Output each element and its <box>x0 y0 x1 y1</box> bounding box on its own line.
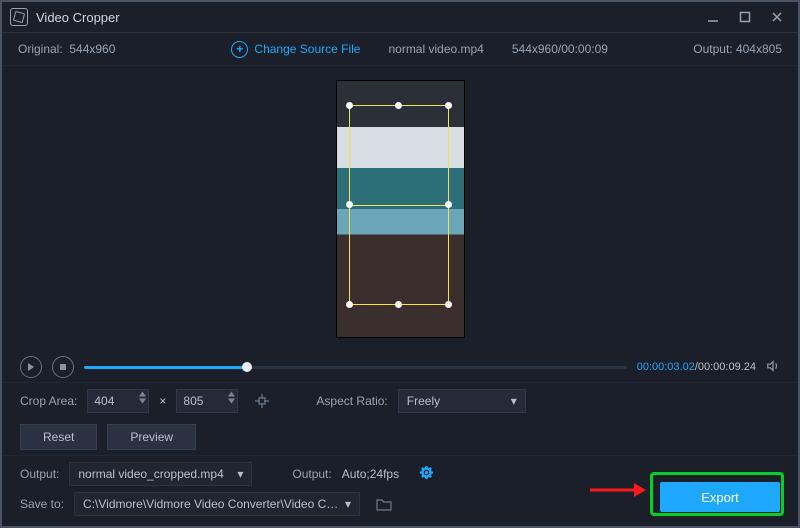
seek-slider[interactable] <box>84 360 627 374</box>
file-dimensions-duration: 544x960/00:00:09 <box>512 42 608 56</box>
export-button[interactable]: Export <box>660 482 780 512</box>
plus-icon: + <box>231 41 248 58</box>
playback-bar: 00:00:03.02/00:00:09.24 <box>2 352 798 382</box>
stop-button[interactable] <box>52 356 74 378</box>
chevron-down-icon: ▾ <box>511 394 517 408</box>
crop-handle[interactable] <box>445 301 452 308</box>
save-to-label: Save to: <box>20 497 64 511</box>
aspect-ratio-select[interactable]: Freely ▾ <box>398 389 526 413</box>
minimize-button[interactable] <box>706 10 720 24</box>
output-panel: Output: normal video_cropped.mp4 ▾ Outpu… <box>2 455 798 526</box>
settings-gear-icon[interactable] <box>419 465 434 483</box>
change-source-button[interactable]: + Change Source File <box>231 41 360 58</box>
app-logo-icon <box>10 8 28 26</box>
crop-handle[interactable] <box>445 201 452 208</box>
crop-handle[interactable] <box>445 102 452 109</box>
original-dims: Original: 544x960 <box>18 42 115 56</box>
crop-handle[interactable] <box>346 102 353 109</box>
video-frame[interactable] <box>337 81 464 337</box>
output-file-label: Output: <box>20 467 59 481</box>
preview-button[interactable]: Preview <box>107 424 196 450</box>
action-buttons-row: Reset Preview <box>2 419 798 455</box>
app-title: Video Cropper <box>36 10 120 25</box>
save-path-select[interactable]: C:\Vidmore\Vidmore Video Converter\Video… <box>74 492 360 516</box>
video-preview-area <box>2 66 798 352</box>
crop-selection-box[interactable] <box>349 105 449 305</box>
titlebar: Video Cropper <box>2 2 798 33</box>
time-display: 00:00:03.02/00:00:09.24 <box>637 361 756 373</box>
center-crop-icon[interactable] <box>248 389 276 413</box>
crop-handle[interactable] <box>395 102 402 109</box>
output-dims: Output: 404x805 <box>693 42 782 56</box>
chevron-down-icon: ▾ <box>237 467 243 481</box>
chevron-down-icon: ▾ <box>339 497 351 511</box>
crop-handle[interactable] <box>346 201 353 208</box>
output-settings-label: Output: <box>292 467 331 481</box>
crop-handle[interactable] <box>395 301 402 308</box>
info-bar: Original: 544x960 + Change Source File n… <box>2 33 798 66</box>
times-symbol: × <box>159 394 166 408</box>
output-filename-field[interactable]: normal video_cropped.mp4 ▾ <box>69 462 252 486</box>
crop-handle[interactable] <box>346 301 353 308</box>
crop-height-input[interactable]: 805 <box>176 389 238 413</box>
volume-icon[interactable] <box>766 359 780 376</box>
current-filename: normal video.mp4 <box>388 42 483 56</box>
crop-controls: Crop Area: 404 × 805 Aspect Ratio: Freel… <box>2 382 798 419</box>
reset-button[interactable]: Reset <box>20 424 97 450</box>
play-button[interactable] <box>20 356 42 378</box>
output-settings-value: Auto;24fps <box>342 467 399 481</box>
crop-area-label: Crop Area: <box>20 394 77 408</box>
crop-width-input[interactable]: 404 <box>87 389 149 413</box>
close-button[interactable] <box>770 10 784 24</box>
open-folder-icon[interactable] <box>370 492 398 516</box>
maximize-button[interactable] <box>738 10 752 24</box>
aspect-ratio-label: Aspect Ratio: <box>316 394 387 408</box>
